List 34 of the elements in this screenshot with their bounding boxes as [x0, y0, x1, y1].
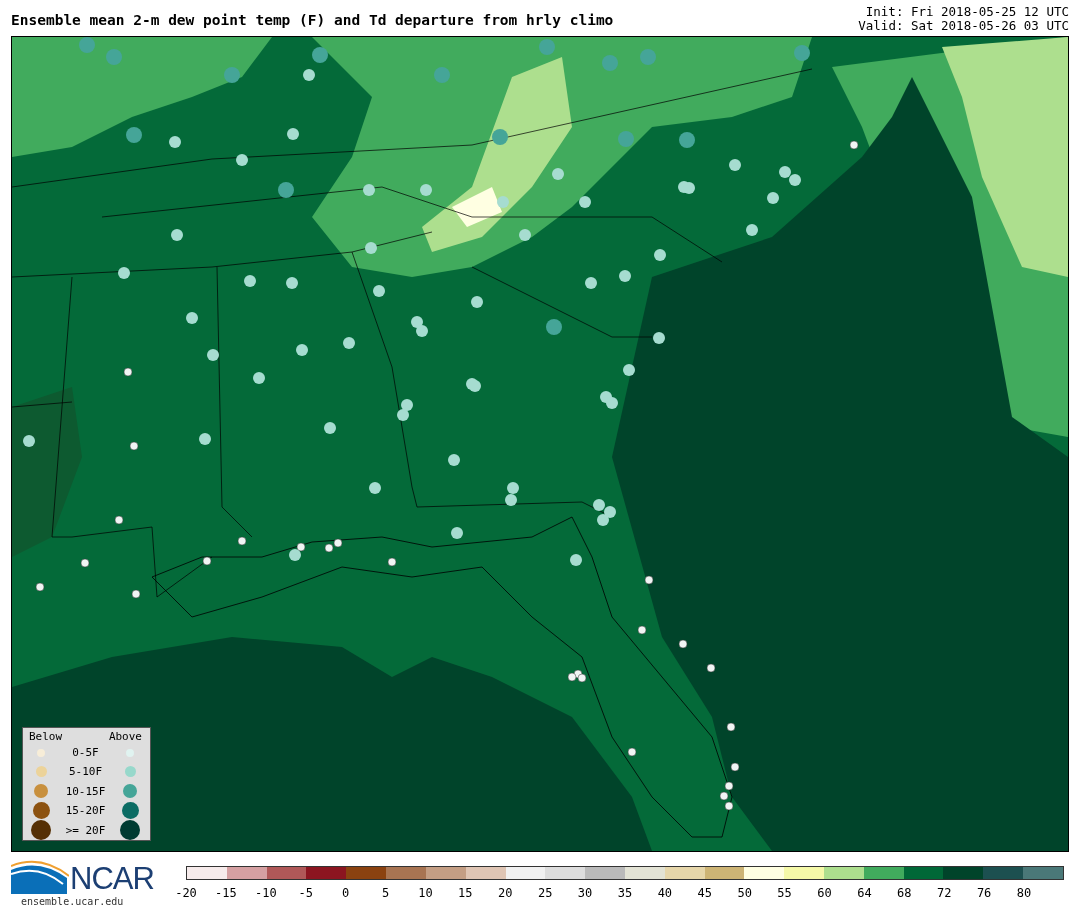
valid-time: Valid: Sat 2018-05-26 03 UTC [858, 19, 1069, 33]
legend-label: 10-15F [65, 784, 106, 798]
tick-label: 50 [737, 886, 752, 900]
site-url: ensemble.ucar.edu [21, 896, 125, 907]
tick-label: -20 [175, 886, 197, 900]
tick-label: 15 [458, 886, 473, 900]
legend-label: >= 20F [65, 823, 106, 837]
tick-label: 60 [817, 886, 832, 900]
legend-label: 0-5F [72, 746, 99, 760]
tick-label: -15 [215, 886, 237, 900]
tick-label: 20 [498, 886, 513, 900]
tick-label: 45 [697, 886, 712, 900]
tick-label: 64 [857, 886, 872, 900]
legend-heading: Below [29, 730, 63, 743]
tick-label: 5 [381, 886, 390, 900]
tick-label: 30 [577, 886, 593, 900]
chart-title: Ensemble mean 2-m dew point temp (F) and Td departure from hrly climo [11, 12, 614, 28]
tick-label: 10 [418, 886, 433, 900]
tick-label: 80 [1016, 886, 1032, 900]
tick-label: -10 [254, 886, 277, 900]
init-time: Init: Fri 2018-05-25 12 UTC [865, 5, 1069, 19]
tick-label: 40 [657, 886, 673, 900]
tick-label: 35 [617, 886, 633, 900]
legend-heading: Above [108, 730, 142, 743]
tick-label: 55 [777, 886, 792, 900]
tick-label: 68 [897, 886, 912, 900]
tick-label: 0 [342, 886, 350, 900]
legend-label: 15-20F [65, 803, 106, 817]
tick-label: -5 [298, 886, 313, 900]
tick-label: 25 [537, 886, 553, 900]
legend-label: 5-10F [68, 765, 103, 779]
tick-label: 76 [976, 886, 992, 900]
logo-wordmark: NCAR [70, 864, 154, 894]
tick-label: 72 [937, 886, 952, 900]
